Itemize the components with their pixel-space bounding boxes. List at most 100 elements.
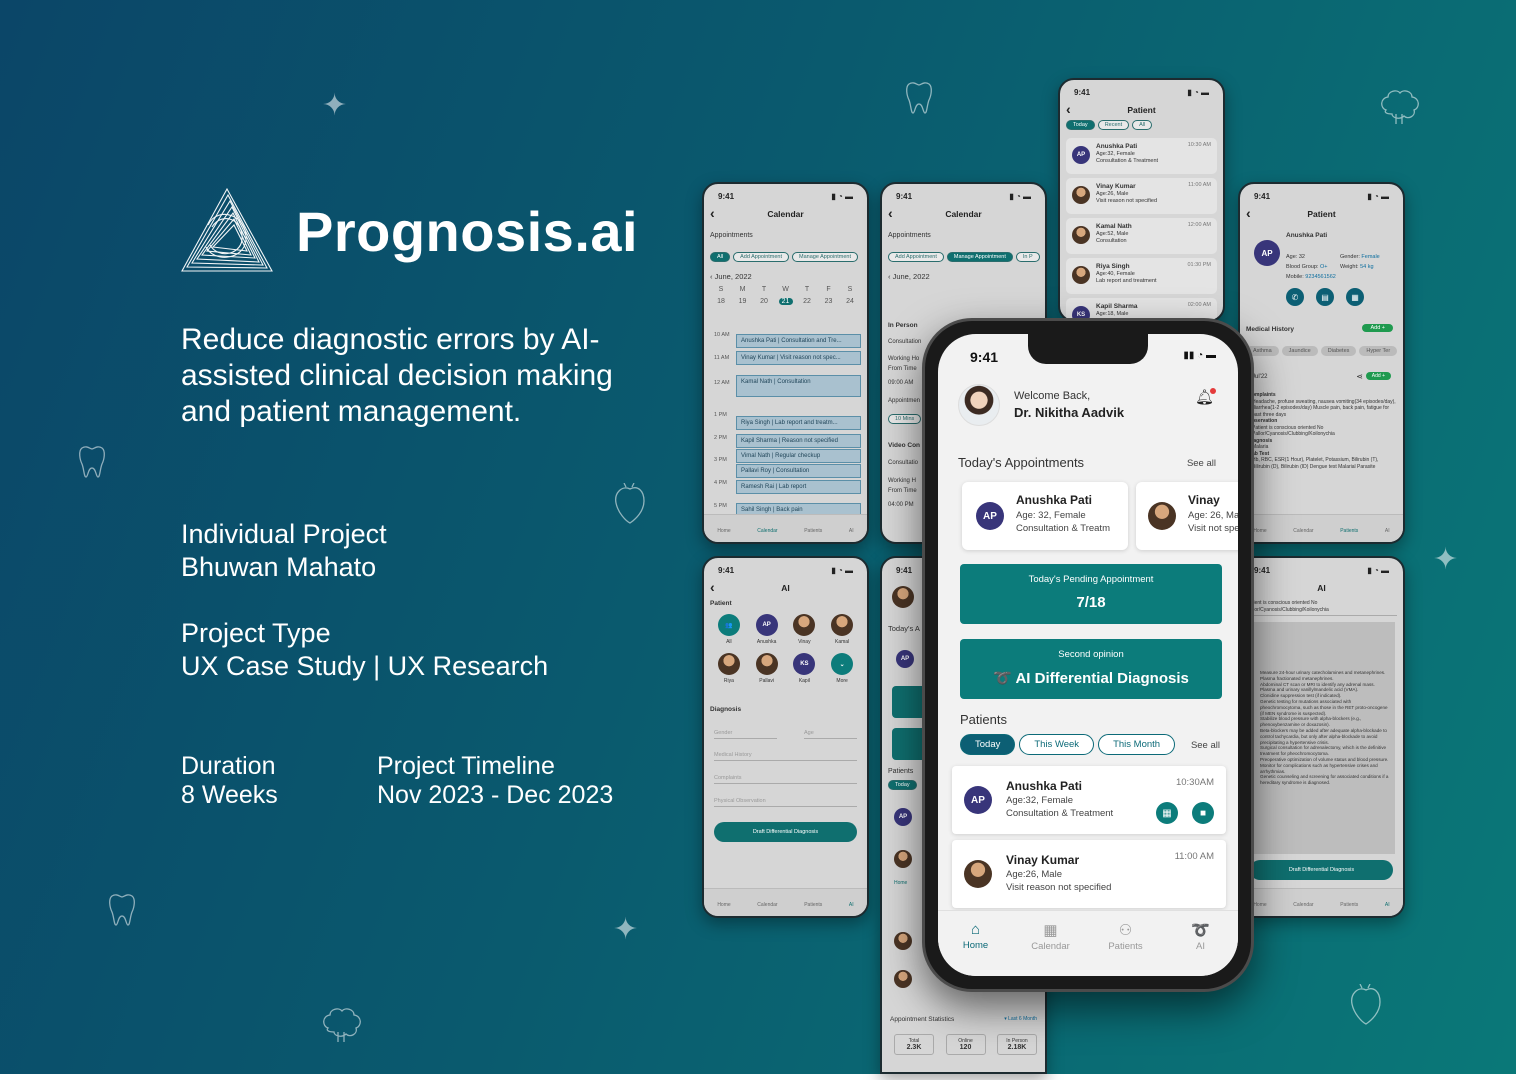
nav-patients[interactable]: Patients xyxy=(804,902,822,908)
nav-patients[interactable]: Patients xyxy=(1340,902,1358,908)
draft-diagnosis-button[interactable]: Draft Differential Diagnosis xyxy=(1250,860,1393,880)
nav-patients[interactable]: Patients xyxy=(804,528,822,534)
draft-diagnosis-button[interactable]: Draft Differential Diagnosis xyxy=(714,822,857,842)
nav-ai[interactable]: AI xyxy=(1385,902,1390,908)
patient-option[interactable]: AP Anushka xyxy=(748,614,786,645)
phone-icon[interactable]: ✆ xyxy=(1286,288,1304,306)
nav-ai-label: AI xyxy=(1196,941,1205,952)
tab-this-week[interactable]: This Week xyxy=(1019,734,1095,755)
document-icon[interactable]: ▤ xyxy=(1316,288,1334,306)
nav-ai[interactable]: AI xyxy=(849,528,854,534)
nav-home[interactable]: Home xyxy=(894,880,907,886)
date-cell[interactable]: 24 xyxy=(843,298,857,305)
month-label[interactable]: ‹ June, 2022 xyxy=(710,272,861,281)
filter-in-person[interactable]: In P xyxy=(1015,252,1040,262)
nav-calendar[interactable]: Calendar xyxy=(1293,528,1313,534)
condition-pill[interactable]: Jaundice xyxy=(1281,346,1318,356)
complaints-field[interactable]: Complaints xyxy=(714,775,857,784)
patient-option[interactable]: Kamal xyxy=(823,614,861,645)
filter-add[interactable]: Add Appointment xyxy=(888,252,944,262)
nav-ai[interactable]: ➰ AI xyxy=(1171,921,1231,976)
medical-history-field[interactable]: Medical History xyxy=(714,752,857,761)
nav-patients[interactable]: Patients xyxy=(1340,528,1358,534)
calendar-icon[interactable]: ▦ xyxy=(1156,802,1178,824)
add-record-button[interactable]: Add + xyxy=(1365,372,1391,380)
doctor-avatar[interactable] xyxy=(958,384,1000,426)
date-cell[interactable]: 20 xyxy=(757,298,771,305)
nav-home[interactable]: Home xyxy=(1253,902,1266,908)
patient-card[interactable]: Vinay Kumar Age:26, Male Visit reason not … xyxy=(1066,178,1217,214)
status-icons: ▮ ◔ ▬ xyxy=(1367,566,1389,575)
patient-option[interactable]: Vinay xyxy=(786,614,824,645)
bottom-nav: Home Calendar Patients AI xyxy=(1240,888,1403,916)
tab-this-month[interactable]: This Month xyxy=(1098,734,1176,755)
appointment-slot[interactable]: Vimal Nath | Regular checkup xyxy=(736,449,861,463)
date-cell[interactable]: 19 xyxy=(736,298,750,305)
nav-home[interactable]: Home xyxy=(1253,528,1266,534)
nav-ai[interactable]: AI xyxy=(849,902,854,908)
patient-card[interactable]: AP Anushka Pati Age:32, Female Consultat… xyxy=(952,766,1226,834)
date-cell-selected[interactable]: 21 xyxy=(778,298,793,305)
duration-pill[interactable]: 10 Mins xyxy=(888,414,922,424)
appointment-slot[interactable]: Vinay Kumar | Visit reason not spec... xyxy=(736,351,861,365)
appointment-slot[interactable]: Pallavi Roy | Consultation xyxy=(736,464,861,478)
filter-today[interactable]: Today xyxy=(1066,120,1095,130)
nav-home[interactable]: ⌂ Home xyxy=(946,921,1006,976)
physical-observation-field[interactable]: Physical Observation xyxy=(714,798,857,807)
patient-option-more[interactable]: ⌄ More xyxy=(823,653,861,684)
see-all-appointments[interactable]: See all xyxy=(1187,458,1216,469)
add-history-button[interactable]: Add + xyxy=(1362,324,1393,332)
nav-home[interactable]: Home xyxy=(717,528,730,534)
patient-card[interactable]: Vinay Kumar Age:26, Male Visit reason no… xyxy=(952,840,1226,908)
video-icon[interactable]: ■ xyxy=(1192,802,1214,824)
condition-pill[interactable]: Diabetes xyxy=(1320,346,1357,356)
tab-today[interactable]: Today xyxy=(960,734,1016,755)
pending-appointments-tile[interactable]: Today's Pending Appointment 7/18 xyxy=(960,564,1222,624)
filter-manage[interactable]: Manage Appointment xyxy=(792,252,859,262)
patient-card[interactable]: Riya Singh Age:40, Female Lab report and t… xyxy=(1066,258,1217,294)
appointment-card[interactable]: AP Anushka Pati Age: 32, Female Consulta… xyxy=(962,482,1128,550)
date-cell[interactable]: 22 xyxy=(800,298,814,305)
filter-add[interactable]: Add Appointment xyxy=(733,252,790,262)
date-cell[interactable]: 23 xyxy=(822,298,836,305)
patient-card[interactable]: AP Anushka Pati Age:32, Female Consultatio… xyxy=(1066,138,1217,174)
nav-patients[interactable]: ⚇ Patients xyxy=(1096,921,1156,976)
calendar-icon[interactable]: ▦ xyxy=(1346,288,1364,306)
action-icons: ✆ ▤ ▦ xyxy=(1286,288,1364,306)
filter-pills: Add Appointment Manage Appointment In P xyxy=(888,252,1040,262)
gender-field[interactable]: Gender xyxy=(714,730,777,739)
patient-card[interactable]: Kamal Nath Age:52, Male Consultation 12:00… xyxy=(1066,218,1217,254)
patient-meta: Age:18, Male xyxy=(1096,311,1129,317)
ai-diagnosis-tile[interactable]: Second opinion ➰ AI Differential Diagnos… xyxy=(960,639,1222,699)
nav-ai[interactable]: AI xyxy=(1385,528,1390,534)
screen-title: Patient xyxy=(1060,101,1223,117)
condition-pill[interactable]: Hyper Ter xyxy=(1359,346,1398,356)
filter-all[interactable]: All xyxy=(710,252,731,262)
patient-option[interactable]: Pallavi xyxy=(748,653,786,684)
see-all-patients[interactable]: See all xyxy=(1191,740,1220,751)
appointment-slot[interactable]: Anushka Pati | Consultation and Tre... xyxy=(736,334,861,348)
share-icon[interactable]: ⋖ xyxy=(1356,372,1363,381)
stats-filter[interactable]: ▾ Last 6 Month xyxy=(1004,1016,1037,1022)
filter-recent[interactable]: Recent xyxy=(1097,120,1130,130)
nav-home[interactable]: Home xyxy=(717,902,730,908)
nav-calendar[interactable]: Calendar xyxy=(757,528,777,534)
nav-calendar[interactable]: ▦ Calendar xyxy=(1021,921,1081,976)
appointment-slot[interactable]: Kamal Nath | Consultation xyxy=(736,375,861,397)
appointment-slot[interactable]: Kapil Sharma | Reason not specified xyxy=(736,434,861,448)
appointment-card[interactable]: Vinay Age: 26, Ma Visit not spe xyxy=(1136,482,1238,550)
patient-option[interactable]: 👥 All xyxy=(710,614,748,645)
nav-calendar[interactable]: Calendar xyxy=(757,902,777,908)
age-field[interactable]: Age xyxy=(804,730,857,739)
phone-notch xyxy=(1028,334,1148,364)
patient-option[interactable]: Riya xyxy=(710,653,748,684)
patient-option[interactable]: KS Kapil xyxy=(786,653,824,684)
appointment-slot[interactable]: Riya Singh | Lab report and treatm... xyxy=(736,416,861,430)
appointment-slot[interactable]: Ramesh Rai | Lab report xyxy=(736,480,861,494)
filter-all[interactable]: All xyxy=(1132,120,1153,130)
date-cell[interactable]: 18 xyxy=(714,298,728,305)
filter-manage[interactable]: Manage Appointment xyxy=(946,252,1013,262)
month-label[interactable]: ‹ June, 2022 xyxy=(888,272,1039,281)
filter-today[interactable]: Today xyxy=(888,780,917,790)
nav-calendar[interactable]: Calendar xyxy=(1293,902,1313,908)
